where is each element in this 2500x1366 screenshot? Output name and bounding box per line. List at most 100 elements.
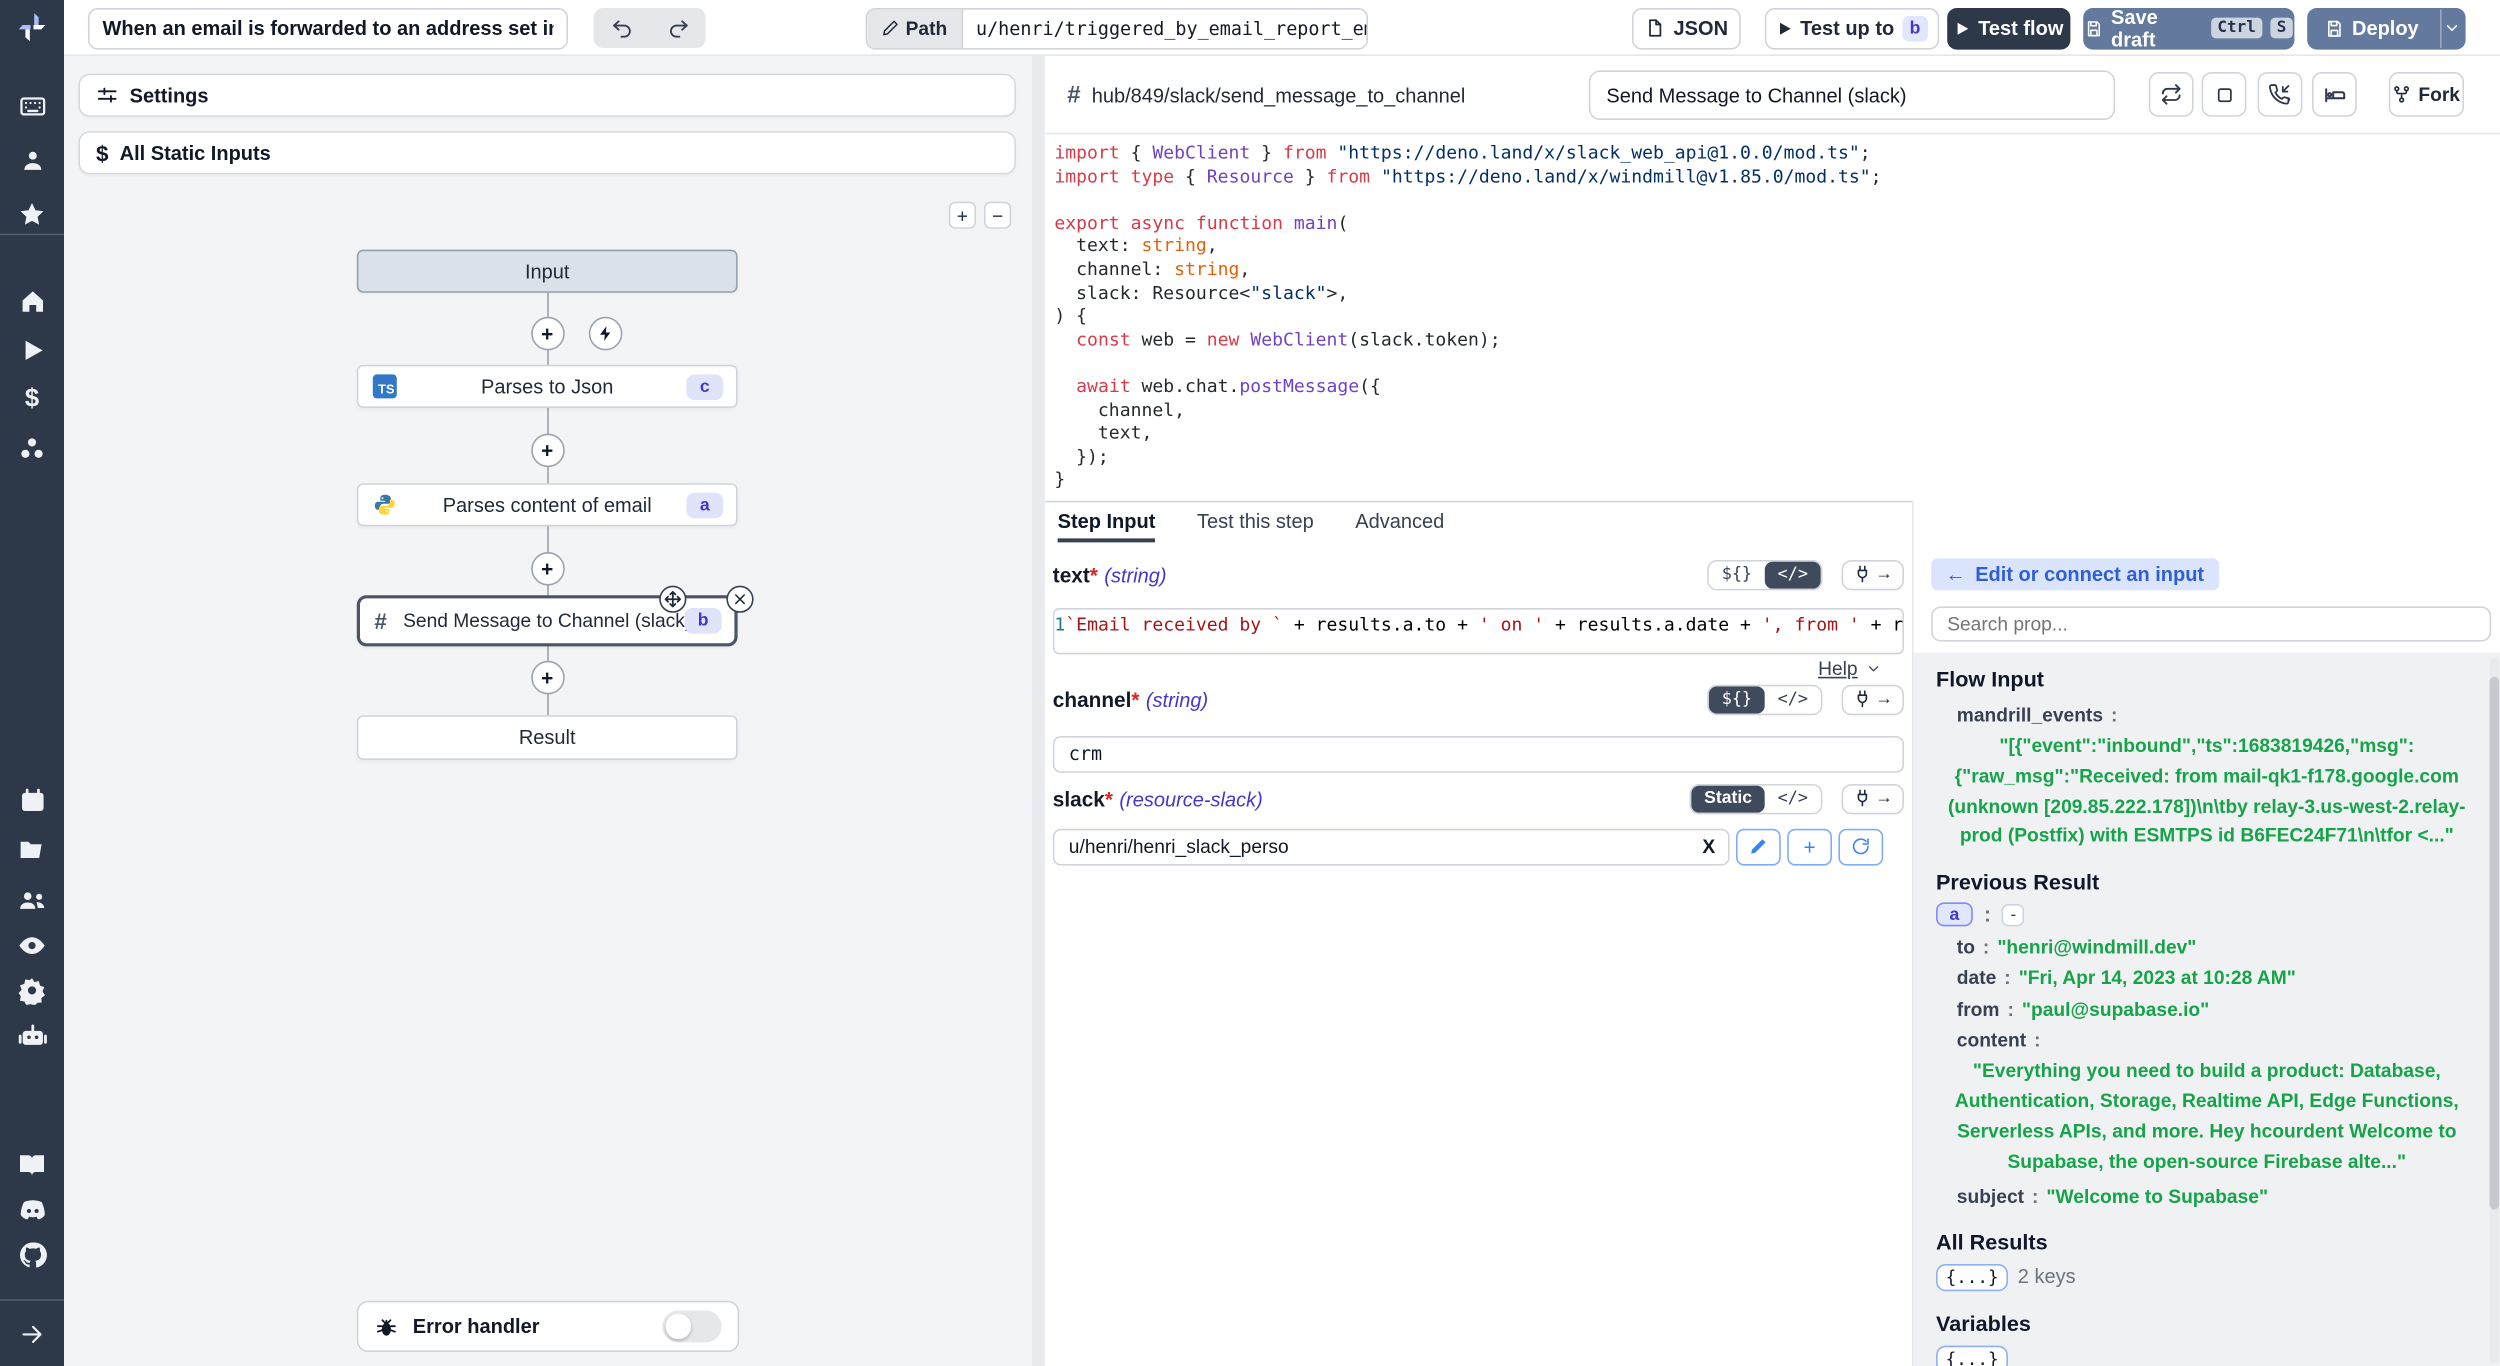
step-name-input[interactable] xyxy=(1589,70,2115,120)
text-mode-template-button[interactable]: ${} xyxy=(1709,561,1765,588)
graph-zoom-out-button[interactable]: − xyxy=(984,202,1011,229)
windmill-logo[interactable] xyxy=(0,8,64,46)
star-icon[interactable] xyxy=(0,195,64,233)
flow-input-value[interactable]: "[{"event":"inbound","ts":1683819426,"ms… xyxy=(1939,731,2474,851)
flow-title-input[interactable] xyxy=(88,7,568,49)
collapse-button[interactable]: - xyxy=(2002,904,2024,926)
code-editor[interactable]: import { WebClient } from "https://deno.… xyxy=(1045,134,2500,499)
edit-resource-button[interactable] xyxy=(1736,828,1781,865)
refresh-resource-button[interactable] xyxy=(1838,828,1883,865)
save-icon xyxy=(2325,18,2344,37)
workers-robot-icon[interactable] xyxy=(0,1016,64,1054)
expand-sidebar-arrow-icon[interactable] xyxy=(0,1315,64,1353)
arrow-left-icon: ← xyxy=(1946,563,1966,585)
schedules-calendar-icon[interactable] xyxy=(0,781,64,819)
test-flow-button[interactable]: Test flow xyxy=(1947,7,2070,49)
resources-icon[interactable] xyxy=(0,430,64,468)
graph-zoom-in-button[interactable]: + xyxy=(949,202,976,229)
move-step-button[interactable] xyxy=(658,585,685,612)
deploy-button[interactable]: Deploy xyxy=(2307,7,2465,49)
slack-mode-code-button[interactable]: </> xyxy=(1765,785,1821,812)
retries-button[interactable] xyxy=(2149,72,2194,117)
path-value[interactable]: u/henri/triggered_by_email_report_email xyxy=(963,9,1368,47)
variables-object-pill[interactable]: {...} xyxy=(1936,1345,2008,1366)
test-up-to-button[interactable]: Test up to b xyxy=(1765,7,1939,49)
flow-settings-button[interactable]: Settings xyxy=(78,74,1016,117)
result-row-to[interactable]: to:"henri@windmill.dev" xyxy=(1957,936,2478,958)
pencil-icon xyxy=(882,19,900,37)
help-link[interactable]: Help xyxy=(1818,657,1858,679)
text-connect-input-button[interactable]: → xyxy=(1842,559,1904,589)
delete-step-button[interactable] xyxy=(726,585,753,612)
error-handler-label: Error handler xyxy=(413,1315,540,1337)
tab-test-this-step[interactable]: Test this step xyxy=(1197,502,1314,542)
dollar-icon: $ xyxy=(96,140,108,166)
user-icon[interactable] xyxy=(0,141,64,179)
result-row-from[interactable]: from:"paul@supabase.io" xyxy=(1957,998,2478,1020)
variables-dollar-icon[interactable]: $ xyxy=(0,381,64,419)
path-button[interactable]: Path xyxy=(867,9,963,47)
flow-node-input[interactable]: Input xyxy=(357,250,738,293)
path-label: Path xyxy=(906,17,948,39)
settings-gear-icon[interactable] xyxy=(0,971,64,1009)
flow-node-result[interactable]: Result xyxy=(357,715,738,760)
result-row-content[interactable]: content: xyxy=(1957,1029,2478,1051)
flow-node-parses-content-of-email[interactable]: Parses content of email a xyxy=(357,483,738,526)
apps-icon[interactable] xyxy=(0,86,64,124)
context-scrollbar[interactable] xyxy=(2489,657,2499,1363)
early-stop-button[interactable] xyxy=(2202,72,2247,117)
search-prop-input[interactable] xyxy=(1931,606,2491,641)
all-results-object-pill[interactable]: {...} xyxy=(1936,1264,2008,1291)
runs-play-icon[interactable] xyxy=(0,331,64,369)
clear-resource-button[interactable]: X xyxy=(1702,835,1715,857)
field-label-text: text*(string) xyxy=(1053,562,1167,586)
groups-users-icon[interactable] xyxy=(0,880,64,918)
sleep-button[interactable] xyxy=(2312,72,2357,117)
panel-splitter[interactable] xyxy=(1032,56,1045,1366)
text-mode-code-button[interactable]: </> xyxy=(1765,561,1821,588)
tab-step-input[interactable]: Step Input xyxy=(1058,502,1156,542)
edit-or-connect-input-button[interactable]: ← Edit or connect an input xyxy=(1931,558,2218,590)
flow-node-parses-to-json[interactable]: TS Parses to Json c xyxy=(357,365,738,408)
square-icon xyxy=(2214,84,2235,105)
channel-value-input[interactable] xyxy=(1053,735,1904,772)
add-step-button-1[interactable]: + xyxy=(530,316,564,350)
add-step-button-4[interactable]: + xyxy=(530,660,564,694)
result-row-date[interactable]: date:"Fri, Apr 14, 2023 at 10:28 AM" xyxy=(1957,967,2478,989)
discord-icon[interactable] xyxy=(0,1190,64,1228)
channel-mode-code-button[interactable]: </> xyxy=(1765,686,1821,713)
hub-script-path[interactable]: hub/849/slack/send_message_to_channel xyxy=(1092,84,1466,106)
redo-button[interactable] xyxy=(650,8,706,48)
channel-mode-template-button[interactable]: ${} xyxy=(1709,686,1765,713)
slack-resource-input[interactable]: u/henri/henri_slack_perso X xyxy=(1053,828,1730,865)
all-static-inputs-button[interactable]: $ All Static Inputs xyxy=(78,131,1016,174)
history-group xyxy=(594,8,706,48)
add-step-button-2[interactable]: + xyxy=(530,433,564,467)
text-expression-editor[interactable]: 1 `Email received by ` + results.a.to + … xyxy=(1053,607,1904,653)
save-draft-button[interactable]: Save draft Ctrl S xyxy=(2083,7,2294,49)
channel-connect-input-button[interactable]: → xyxy=(1842,684,1904,714)
branch-a-pill[interactable]: a xyxy=(1936,903,1973,927)
audit-eye-icon[interactable] xyxy=(0,926,64,964)
content-value[interactable]: "Everything you need to build a product:… xyxy=(1939,1056,2474,1176)
undo-button[interactable] xyxy=(594,8,650,48)
flow-input-key-row[interactable]: mandrill_events: xyxy=(1957,704,2478,726)
error-handler-card[interactable]: Error handler xyxy=(357,1301,739,1352)
step-input-panel: Step Input Test this step Advanced text*… xyxy=(1045,500,1912,1366)
fork-button[interactable]: Fork xyxy=(2389,72,2464,117)
docs-book-icon[interactable] xyxy=(0,1146,64,1184)
tab-advanced[interactable]: Advanced xyxy=(1355,502,1444,542)
error-handler-toggle[interactable] xyxy=(662,1310,721,1342)
result-row-subject[interactable]: subject:"Welcome to Supabase" xyxy=(1957,1185,2478,1207)
slack-connect-input-button[interactable]: → xyxy=(1842,783,1904,813)
slack-mode-static-button[interactable]: Static xyxy=(1691,785,1765,812)
add-resource-button[interactable]: + xyxy=(1787,828,1832,865)
github-icon[interactable] xyxy=(0,1235,64,1273)
add-step-button-3[interactable]: + xyxy=(530,551,564,585)
home-icon[interactable] xyxy=(0,282,64,320)
folders-icon[interactable] xyxy=(0,830,64,868)
deploy-dropdown-button[interactable] xyxy=(2440,9,2465,47)
trigger-bolt-button[interactable] xyxy=(588,316,622,350)
suspend-button[interactable] xyxy=(2258,72,2303,117)
json-button[interactable]: JSON xyxy=(1632,7,1741,49)
